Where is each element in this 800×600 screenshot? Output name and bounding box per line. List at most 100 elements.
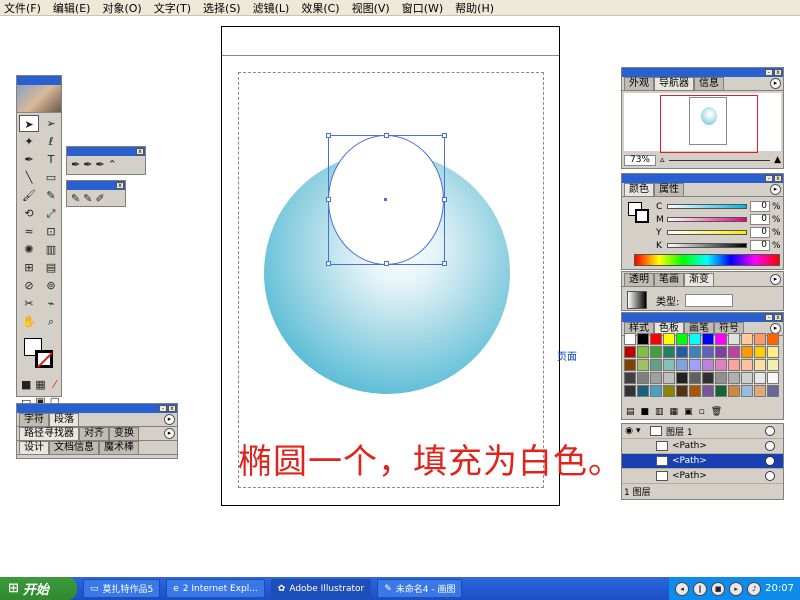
add-anchor-icon[interactable]: ✒ bbox=[83, 158, 92, 171]
tab-info[interactable]: 信息 bbox=[694, 77, 724, 90]
handle-top-right[interactable] bbox=[442, 133, 447, 138]
tab-gradient[interactable]: 渐变 bbox=[684, 273, 714, 286]
handle-top-left[interactable] bbox=[326, 133, 331, 138]
swatch[interactable] bbox=[637, 333, 649, 345]
swatch[interactable] bbox=[754, 372, 766, 384]
pencil-icon[interactable]: ✎ bbox=[41, 187, 61, 204]
swatch[interactable] bbox=[676, 359, 688, 371]
gradient-icon[interactable]: ▤ bbox=[41, 259, 61, 276]
tab-character[interactable]: 字符 bbox=[19, 413, 49, 426]
menu-effect[interactable]: 效果(C) bbox=[301, 0, 339, 16]
target-circle-icon[interactable] bbox=[765, 456, 775, 466]
layer-row[interactable]: ◉ ▾ 图层 1 bbox=[622, 424, 783, 439]
color-spectrum[interactable] bbox=[634, 254, 780, 266]
swatch[interactable] bbox=[689, 346, 701, 358]
panel-menu-icon[interactable]: ▸ bbox=[770, 184, 781, 195]
mesh-icon[interactable]: ⊞ bbox=[19, 259, 39, 276]
menu-object[interactable]: 对象(O) bbox=[102, 0, 141, 16]
path-row[interactable]: <Path> bbox=[622, 469, 783, 484]
swatch[interactable] bbox=[689, 333, 701, 345]
channel-slider[interactable] bbox=[667, 230, 747, 235]
swatch[interactable] bbox=[715, 385, 727, 397]
swatch[interactable] bbox=[702, 359, 714, 371]
pen-icon[interactable]: ✒ bbox=[71, 158, 80, 171]
zoom-out-icon[interactable]: ▵ bbox=[660, 155, 665, 165]
gradient-mode-icon[interactable]: ▦ bbox=[34, 376, 46, 393]
channel-value[interactable]: 0 bbox=[750, 201, 770, 212]
swatch[interactable] bbox=[689, 372, 701, 384]
gradient-swatch[interactable] bbox=[627, 291, 647, 309]
swatch[interactable] bbox=[637, 346, 649, 358]
swatch[interactable] bbox=[754, 333, 766, 345]
tab-transparency[interactable]: 透明 bbox=[624, 273, 654, 286]
selection-arrow-icon[interactable]: ➤ bbox=[19, 115, 39, 132]
swatch[interactable] bbox=[624, 333, 636, 345]
swatch[interactable] bbox=[754, 385, 766, 397]
symbol-sprayer-icon[interactable]: ✺ bbox=[19, 241, 39, 258]
swatch[interactable] bbox=[650, 372, 662, 384]
swatch-options-icon[interactable]: ▣ bbox=[684, 407, 693, 417]
flyout-titlebar[interactable]: x bbox=[67, 147, 145, 156]
swatch[interactable] bbox=[676, 372, 688, 384]
tab-magic-wand[interactable]: 魔术棒 bbox=[99, 441, 139, 454]
channel-value[interactable]: 0 bbox=[750, 227, 770, 238]
swatch[interactable] bbox=[715, 333, 727, 345]
new-swatch-icon[interactable]: ▫ bbox=[699, 407, 705, 417]
line-icon[interactable]: ╲ bbox=[19, 169, 39, 186]
menu-view[interactable]: 视图(V) bbox=[352, 0, 390, 16]
swatch[interactable] bbox=[728, 385, 740, 397]
media-prev-icon[interactable]: ◂ bbox=[675, 581, 690, 596]
swatch[interactable] bbox=[663, 372, 675, 384]
tools-titlebar[interactable] bbox=[17, 76, 61, 85]
swatch[interactable] bbox=[624, 372, 636, 384]
tab-appearance[interactable]: 外观 bbox=[624, 77, 654, 90]
swatch[interactable] bbox=[676, 346, 688, 358]
swatch[interactable] bbox=[676, 385, 688, 397]
close-icon[interactable]: x bbox=[774, 314, 782, 321]
menu-edit[interactable]: 编辑(E) bbox=[53, 0, 91, 16]
tab-navigator[interactable]: 导航器 bbox=[654, 77, 694, 90]
tab-transform[interactable]: 变换 bbox=[109, 427, 139, 440]
convert-anchor-icon[interactable]: ⌃ bbox=[108, 158, 117, 171]
hand-icon[interactable]: ✋ bbox=[19, 313, 39, 330]
navigator-preview[interactable] bbox=[624, 93, 781, 153]
taskbar-illustrator[interactable]: ✿ Adobe Illustrator bbox=[270, 579, 372, 598]
swatch[interactable] bbox=[663, 346, 675, 358]
free-transform-icon[interactable]: ⊡ bbox=[41, 223, 61, 240]
swatch[interactable] bbox=[754, 346, 766, 358]
zoom-icon[interactable]: ⌕ bbox=[41, 313, 61, 330]
volume-icon[interactable]: ♪ bbox=[747, 581, 762, 596]
handle-right[interactable] bbox=[442, 197, 447, 202]
swatch[interactable] bbox=[702, 346, 714, 358]
scissors-icon[interactable]: ✂ bbox=[19, 295, 39, 312]
channel-slider[interactable] bbox=[667, 217, 747, 222]
close-icon[interactable]: x bbox=[774, 69, 782, 76]
start-button[interactable]: ⊞ 开始 bbox=[0, 577, 77, 600]
swatch[interactable] bbox=[741, 372, 753, 384]
color-mode-icon[interactable]: ■ bbox=[20, 376, 32, 393]
swatch[interactable] bbox=[728, 346, 740, 358]
menu-file[interactable]: 文件(F) bbox=[4, 0, 41, 16]
swatch[interactable] bbox=[728, 372, 740, 384]
blend-icon[interactable]: ⊚ bbox=[41, 277, 61, 294]
eyedropper-icon[interactable]: ⊘ bbox=[19, 277, 39, 294]
media-stop-icon[interactable]: ■ bbox=[711, 581, 726, 596]
erase-icon[interactable]: ✐ bbox=[95, 192, 104, 205]
pencil-icon[interactable]: ✎ bbox=[71, 192, 80, 205]
menu-help[interactable]: 帮助(H) bbox=[455, 0, 494, 16]
panel-titlebar[interactable]: -x bbox=[17, 404, 177, 413]
stroke-swatch[interactable] bbox=[35, 350, 53, 368]
tab-document-info[interactable]: 文档信息 bbox=[49, 441, 99, 454]
swatch[interactable] bbox=[637, 385, 649, 397]
swatch[interactable] bbox=[702, 385, 714, 397]
lasso-icon[interactable]: ℓ bbox=[41, 133, 61, 150]
swatch[interactable] bbox=[637, 359, 649, 371]
swatch[interactable] bbox=[715, 346, 727, 358]
menu-window[interactable]: 窗口(W) bbox=[402, 0, 443, 16]
swatch[interactable] bbox=[624, 385, 636, 397]
handle-bottom-left[interactable] bbox=[326, 261, 331, 266]
path-row[interactable]: <Path> bbox=[622, 439, 783, 454]
direct-select-icon[interactable]: ➢ bbox=[41, 115, 61, 132]
target-circle-icon[interactable] bbox=[765, 441, 775, 451]
swatch[interactable] bbox=[624, 346, 636, 358]
